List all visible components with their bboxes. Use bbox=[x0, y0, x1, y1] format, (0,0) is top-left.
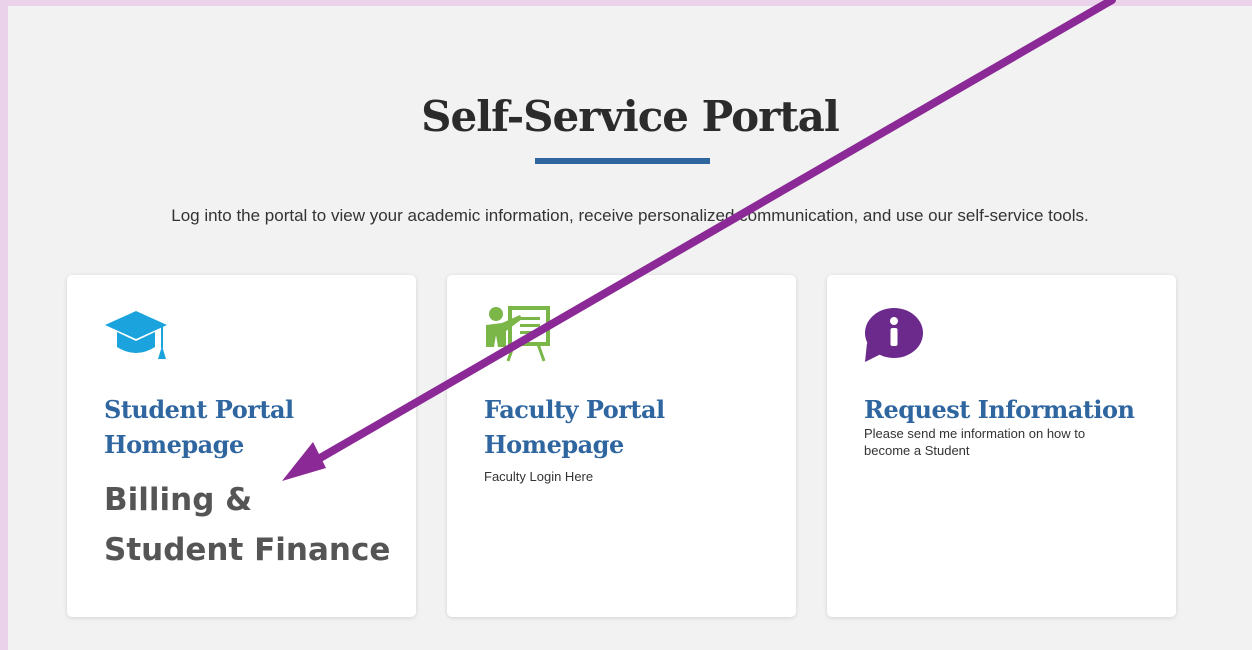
student-portal-card[interactable]: Student Portal Homepage Billing & Studen… bbox=[67, 275, 416, 617]
teacher-board-icon bbox=[484, 305, 552, 368]
request-information-card[interactable]: Request Information Please send me infor… bbox=[827, 275, 1176, 617]
page: Self-Service Portal Log into the portal … bbox=[8, 6, 1252, 650]
request-information-desc-line2: become a Student bbox=[864, 443, 970, 458]
info-chat-icon bbox=[863, 307, 925, 368]
request-information-desc-line1: Please send me information on how to bbox=[864, 426, 1086, 441]
student-portal-heading-line2: Homepage bbox=[104, 430, 244, 459]
billing-line1: Billing & bbox=[104, 482, 253, 518]
faculty-portal-link[interactable]: Faculty Portal Homepage Faculty Login He… bbox=[484, 392, 774, 485]
intro-text: Log into the portal to view your academi… bbox=[171, 206, 1089, 225]
billing-line2: Student Finance bbox=[104, 532, 391, 568]
page-title: Self-Service Portal bbox=[421, 92, 840, 141]
faculty-portal-heading-line2: Homepage bbox=[484, 430, 624, 459]
student-portal-heading-line1: Student Portal bbox=[104, 395, 294, 424]
request-information-link[interactable]: Request Information Please send me infor… bbox=[864, 392, 1154, 459]
faculty-portal-description: Faculty Login Here bbox=[484, 469, 594, 484]
graduation-cap-icon bbox=[103, 309, 169, 366]
request-information-heading: Request Information bbox=[864, 395, 1135, 424]
faculty-portal-card[interactable]: Faculty Portal Homepage Faculty Login He… bbox=[447, 275, 796, 617]
faculty-portal-heading-line1: Faculty Portal bbox=[484, 395, 665, 424]
title-underline bbox=[535, 158, 710, 164]
billing-student-finance-label: Billing & Student Finance bbox=[104, 475, 404, 575]
student-portal-link[interactable]: Student Portal Homepage bbox=[104, 392, 394, 462]
